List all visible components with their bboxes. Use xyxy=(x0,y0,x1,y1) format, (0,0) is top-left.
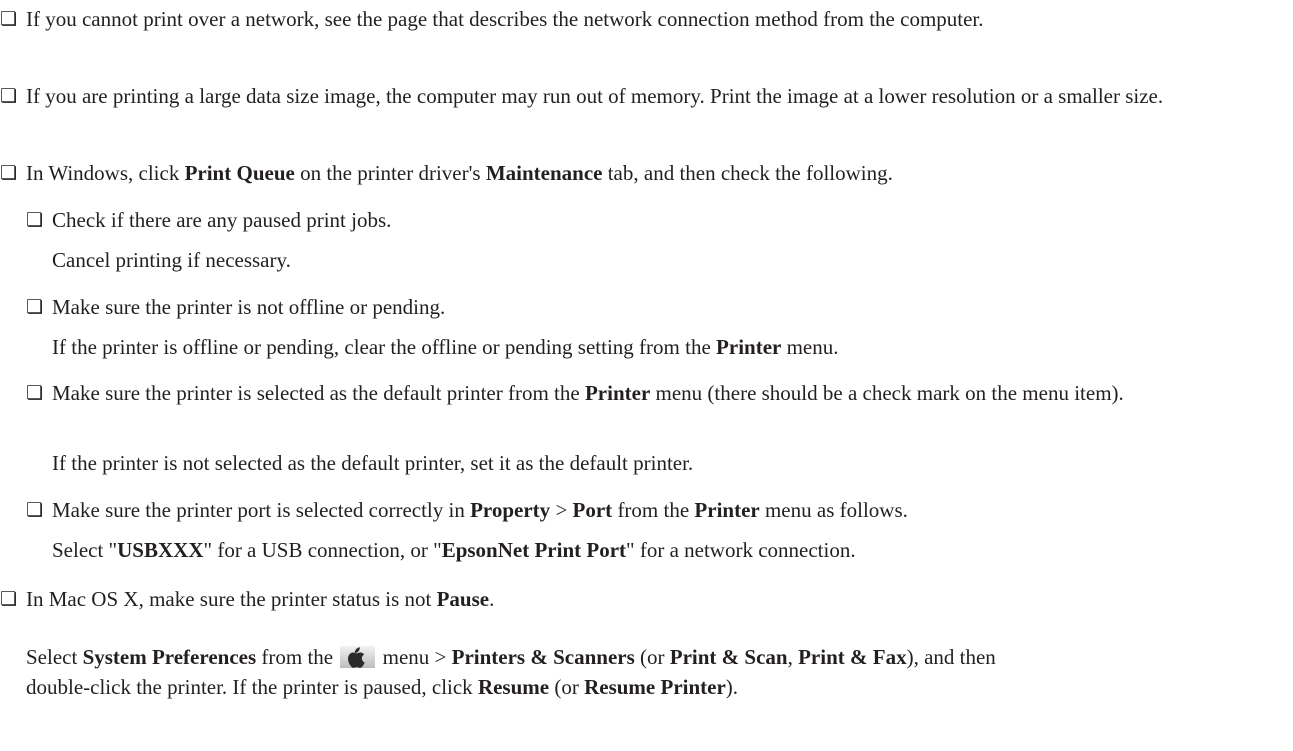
mac-instruction-line-1: Select System Preferences from the menu … xyxy=(26,645,996,669)
sub-list-item: ❏ Make sure the printer is not offline o… xyxy=(26,292,1290,322)
checkbox-icon: ❏ xyxy=(0,8,18,30)
sub-list-item: ❏ Make sure the printer is selected as t… xyxy=(26,378,1290,438)
list-item: ❏ If you are printing a large data size … xyxy=(0,81,1290,141)
list-item-text: If you are printing a large data size im… xyxy=(26,84,1164,108)
checkbox-icon: ❏ xyxy=(0,162,18,184)
list-item: ❏ In Mac OS X, make sure the printer sta… xyxy=(0,584,1290,614)
checkbox-icon: ❏ xyxy=(26,499,44,521)
checkbox-icon: ❏ xyxy=(0,85,18,107)
checkbox-icon: ❏ xyxy=(0,588,18,610)
sub-item-note: If the printer is offline or pending, cl… xyxy=(52,335,839,359)
list-item-text: In Mac OS X, make sure the printer statu… xyxy=(26,587,495,611)
list-item: ❏ In Windows, click Print Queue on the p… xyxy=(0,158,1290,188)
sub-list-item: ❏ Check if there are any paused print jo… xyxy=(26,205,1290,235)
sub-list-item: ❏ Make sure the printer port is selected… xyxy=(26,495,1290,525)
mac-instruction-line-2: double-click the printer. If the printer… xyxy=(26,675,739,699)
list-item-text: If you cannot print over a network, see … xyxy=(26,7,984,31)
list-item-text: In Windows, click Print Queue on the pri… xyxy=(26,161,893,185)
sub-item-note: If the printer is not selected as the de… xyxy=(52,451,694,475)
checkbox-icon: ❏ xyxy=(26,209,44,231)
checkbox-icon: ❏ xyxy=(26,296,44,318)
sub-list-item-text: Make sure the printer is not offline or … xyxy=(52,295,446,319)
sub-list-item-text: Make sure the printer is selected as the… xyxy=(52,381,1124,405)
sub-list-item-text: Make sure the printer port is selected c… xyxy=(52,498,908,522)
sub-item-note: Select "USBXXX" for a USB connection, or… xyxy=(52,538,856,562)
list-item: ❏ If you cannot print over a network, se… xyxy=(0,4,1290,64)
sub-item-note: Cancel printing if necessary. xyxy=(52,248,291,272)
apple-icon xyxy=(340,646,376,668)
checkbox-icon: ❏ xyxy=(26,382,44,404)
sub-list-item-text: Check if there are any paused print jobs… xyxy=(52,208,392,232)
